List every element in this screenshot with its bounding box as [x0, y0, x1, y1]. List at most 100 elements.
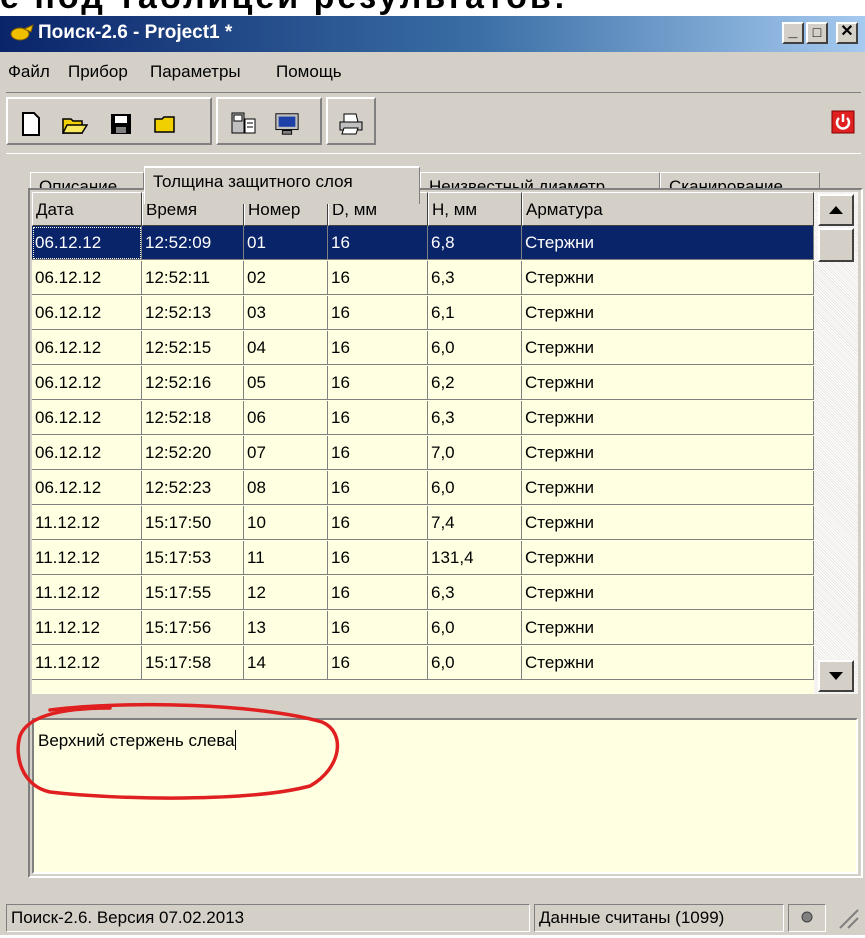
cell-number[interactable]: 01 [244, 226, 328, 260]
cell-number[interactable]: 13 [244, 611, 328, 645]
cell-diameter[interactable]: 16 [328, 646, 428, 680]
cell-time[interactable]: 12:52:09 [142, 226, 244, 260]
cell-reinforcement[interactable]: Стержни [522, 436, 814, 470]
menu-parameters[interactable]: Параметры [150, 62, 241, 82]
table-row[interactable]: 06.12.12 12:52:11 02 16 6,3 Стержни [32, 261, 814, 295]
cell-depth[interactable]: 7,4 [428, 506, 522, 540]
cell-reinforcement[interactable]: Стержни [522, 296, 814, 330]
cell-depth[interactable]: 6,3 [428, 576, 522, 610]
cell-time[interactable]: 12:52:11 [142, 261, 244, 295]
open-folder-icon[interactable] [62, 111, 88, 137]
cell-number[interactable]: 06 [244, 401, 328, 435]
cell-reinforcement[interactable]: Стержни [522, 226, 814, 260]
cell-date[interactable]: 06.12.12 [32, 296, 142, 330]
minimize-button[interactable]: _ [782, 22, 804, 44]
table-row[interactable]: 06.12.12 12:52:15 04 16 6,0 Стержни [32, 331, 814, 365]
cell-time[interactable]: 15:17:56 [142, 611, 244, 645]
new-file-icon[interactable] [18, 111, 44, 137]
cell-diameter[interactable]: 16 [328, 401, 428, 435]
cell-date[interactable]: 06.12.12 [32, 366, 142, 400]
results-table[interactable]: Дата Время Номер D, мм H, мм Арматура 06… [32, 192, 814, 694]
menu-help[interactable]: Помощь [276, 62, 342, 82]
monitor-icon[interactable] [274, 111, 300, 137]
cell-reinforcement[interactable]: Стержни [522, 646, 814, 680]
cell-time[interactable]: 12:52:16 [142, 366, 244, 400]
menu-device[interactable]: Прибор [68, 62, 128, 82]
cell-depth[interactable]: 6,2 [428, 366, 522, 400]
table-row[interactable]: 06.12.12 12:52:18 06 16 6,3 Стержни [32, 401, 814, 435]
cell-diameter[interactable]: 16 [328, 541, 428, 575]
scroll-thumb[interactable] [818, 228, 854, 262]
cell-depth[interactable]: 6,0 [428, 646, 522, 680]
close-button[interactable]: ✕ [836, 22, 858, 44]
notes-field[interactable]: Верхний стержень слева [32, 718, 858, 874]
cell-time[interactable]: 12:52:20 [142, 436, 244, 470]
cell-reinforcement[interactable]: Стержни [522, 471, 814, 505]
cell-time[interactable]: 15:17:53 [142, 541, 244, 575]
cell-date[interactable]: 11.12.12 [32, 506, 142, 540]
table-row[interactable]: 06.12.12 12:52:13 03 16 6,1 Стержни [32, 296, 814, 330]
column-header-depth[interactable]: H, мм [428, 192, 522, 226]
table-row[interactable]: 11.12.12 15:17:50 10 16 7,4 Стержни [32, 506, 814, 540]
table-row[interactable]: 11.12.12 15:17:55 12 16 6,3 Стержни [32, 576, 814, 610]
cell-date[interactable]: 06.12.12 [32, 261, 142, 295]
cell-depth[interactable]: 6,3 [428, 401, 522, 435]
cell-reinforcement[interactable]: Стержни [522, 611, 814, 645]
device-read-icon[interactable] [230, 111, 256, 137]
column-header-date[interactable]: Дата [32, 192, 142, 226]
cell-diameter[interactable]: 16 [328, 366, 428, 400]
cell-number[interactable]: 12 [244, 576, 328, 610]
table-row[interactable]: 06.12.12 12:52:23 08 16 6,0 Стержни [32, 471, 814, 505]
cell-diameter[interactable]: 16 [328, 296, 428, 330]
cell-depth[interactable]: 6,3 [428, 261, 522, 295]
scroll-up-button[interactable] [818, 194, 854, 226]
table-row[interactable]: 06.12.12 12:52:09 01 16 6,8 Стержни [32, 226, 814, 260]
power-icon[interactable] [830, 109, 856, 135]
cell-reinforcement[interactable]: Стержни [522, 541, 814, 575]
cell-time[interactable]: 12:52:23 [142, 471, 244, 505]
cell-reinforcement[interactable]: Стержни [522, 401, 814, 435]
table-row[interactable]: 11.12.12 15:17:58 14 16 6,0 Стержни [32, 646, 814, 680]
cell-time[interactable]: 15:17:58 [142, 646, 244, 680]
tab-cover-thickness[interactable]: Толщина защитного слоя [144, 166, 420, 204]
cell-date[interactable]: 11.12.12 [32, 541, 142, 575]
cell-diameter[interactable]: 16 [328, 436, 428, 470]
resize-grip[interactable] [830, 904, 863, 932]
cell-date[interactable]: 06.12.12 [32, 401, 142, 435]
cell-depth[interactable]: 6,0 [428, 331, 522, 365]
scroll-down-button[interactable] [818, 660, 854, 692]
cell-reinforcement[interactable]: Стержни [522, 576, 814, 610]
cell-number[interactable]: 02 [244, 261, 328, 295]
cell-depth[interactable]: 131,4 [428, 541, 522, 575]
cell-diameter[interactable]: 16 [328, 226, 428, 260]
table-row[interactable]: 06.12.12 12:52:16 05 16 6,2 Стержни [32, 366, 814, 400]
cell-number[interactable]: 07 [244, 436, 328, 470]
cell-diameter[interactable]: 16 [328, 576, 428, 610]
cell-number[interactable]: 10 [244, 506, 328, 540]
cell-depth[interactable]: 6,8 [428, 226, 522, 260]
cell-depth[interactable]: 6,1 [428, 296, 522, 330]
cell-time[interactable]: 12:52:13 [142, 296, 244, 330]
print-icon[interactable] [338, 111, 364, 137]
cell-number[interactable]: 04 [244, 331, 328, 365]
cell-reinforcement[interactable]: Стержни [522, 331, 814, 365]
cell-diameter[interactable]: 16 [328, 471, 428, 505]
cell-time[interactable]: 15:17:50 [142, 506, 244, 540]
cell-date[interactable]: 06.12.12 [32, 331, 142, 365]
table-row[interactable]: 11.12.12 15:17:56 13 16 6,0 Стержни [32, 611, 814, 645]
cell-diameter[interactable]: 16 [328, 611, 428, 645]
cell-number[interactable]: 11 [244, 541, 328, 575]
cell-time[interactable]: 12:52:18 [142, 401, 244, 435]
column-header-reinforcement[interactable]: Арматура [522, 192, 814, 226]
maximize-button[interactable]: □ [806, 22, 828, 44]
cell-number[interactable]: 14 [244, 646, 328, 680]
cell-date[interactable]: 11.12.12 [32, 611, 142, 645]
cell-date[interactable]: 11.12.12 [32, 576, 142, 610]
cell-time[interactable]: 15:17:55 [142, 576, 244, 610]
table-row[interactable]: 06.12.12 12:52:20 07 16 7,0 Стержни [32, 436, 814, 470]
menu-file[interactable]: Файл [8, 62, 50, 82]
cell-number[interactable]: 08 [244, 471, 328, 505]
cell-depth[interactable]: 7,0 [428, 436, 522, 470]
title-bar[interactable]: Поиск-2.6 - Project1 * _ □ ✕ [0, 16, 865, 52]
cell-reinforcement[interactable]: Стержни [522, 366, 814, 400]
